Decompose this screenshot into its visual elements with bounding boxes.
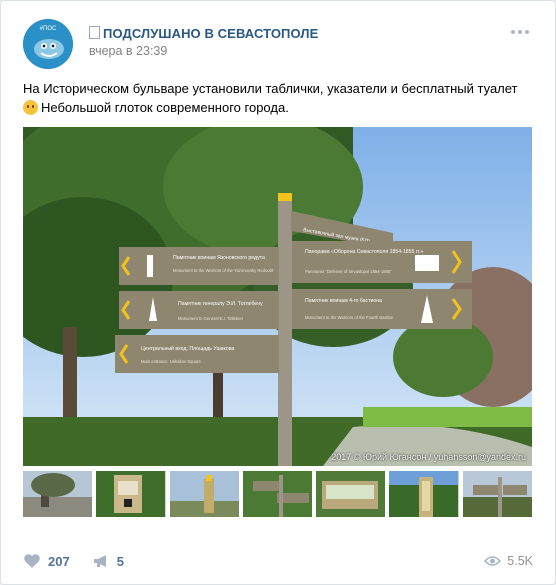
- author-name[interactable]: ПОДСЛУШАНО В СЕВАСТОПОЛЕ: [89, 26, 318, 41]
- thumbnail-1[interactable]: [23, 471, 93, 517]
- post-date[interactable]: вчера в 23:39: [89, 44, 167, 58]
- sign-right-1-en: Panorama "Defense of Sevastopol 1854-185…: [305, 269, 392, 274]
- post-text: На Историческом бульваре установили табл…: [23, 79, 538, 117]
- megaphone-icon: [93, 555, 106, 567]
- like-count: 207: [48, 553, 70, 569]
- slightly-smiling-face-icon: [23, 100, 38, 115]
- thumbnail-2[interactable]: [96, 471, 166, 517]
- sign-right-2-label: Памятник воинам 4-го бастиона: [305, 298, 382, 304]
- sign-left-2-label: Памятник генералу Э.И. Тотлебену: [178, 301, 263, 307]
- sign-left-3-en: Main entrance. Ushakov Square: [141, 359, 201, 364]
- post-text-line2: Небольшой глоток современного города.: [41, 100, 289, 115]
- sign-right-1: Панорама «Оборона Севастополя 1854-1855 …: [292, 241, 472, 283]
- post-actions: 207 5: [23, 551, 146, 571]
- thumbnail-7[interactable]: [462, 471, 532, 517]
- post-card: #ПОС ПОДСЛУШАНО В СЕВАСТОПОЛЕ вчера в 23…: [0, 0, 556, 585]
- sign-right-2: Памятник воинам 4-го бастиона Monument t…: [292, 289, 472, 329]
- views-count: 5.5K: [507, 554, 533, 568]
- thumbnail-5[interactable]: [316, 471, 386, 517]
- eye-icon: [484, 556, 502, 566]
- sign-right-2-en: Monument to the Warriors of the Fourth B…: [305, 315, 394, 320]
- photo-caption: 2017 © Юрий Югансон / yuhansson@yandex.r…: [331, 452, 526, 462]
- sign-left-1-label: Памятник воинам Язоновского редута: [173, 255, 265, 261]
- sign-left-2-en: Monument to General E.I. Totleben: [178, 316, 244, 321]
- main-photo[interactable]: Выставочный зал музея (БП) Памятник воин…: [23, 127, 532, 466]
- sign-left-3: Центральный вход. Площадь Ушакова Main e…: [115, 335, 279, 373]
- community-avatar[interactable]: #ПОС: [23, 19, 73, 69]
- avatar-text: #ПОС: [40, 26, 57, 32]
- sign-right-1-label: Панорама «Оборона Севастополя 1854-1855 …: [305, 249, 423, 255]
- share-button[interactable]: 5: [92, 553, 124, 569]
- photo-thumbnails: [23, 471, 532, 517]
- views-counter: 5.5K: [484, 551, 533, 571]
- share-count: 5: [116, 553, 124, 569]
- sign-left-3-label: Центральный вход. Площадь Ушакова: [141, 345, 234, 352]
- placeholder-glyph-icon: [89, 26, 100, 39]
- thumbnail-3[interactable]: [169, 471, 239, 517]
- author-label[interactable]: ПОДСЛУШАНО В СЕВАСТОПОЛЕ: [103, 26, 318, 41]
- thumbnail-4[interactable]: [242, 471, 313, 517]
- thumbnail-6[interactable]: [389, 471, 459, 517]
- post-text-line1: На Историческом бульваре установили табл…: [23, 81, 518, 96]
- sign-left-1: Памятник воинам Язоновского редута Monum…: [119, 247, 279, 285]
- sign-left-1-en: Monument to the Warriors of the Yazonovs…: [173, 268, 274, 273]
- heart-icon: [24, 554, 40, 568]
- sign-left-2: Памятник генералу Э.И. Тотлебену Monumen…: [119, 291, 279, 329]
- more-options-icon[interactable]: [511, 26, 533, 38]
- like-button[interactable]: 207: [23, 553, 70, 569]
